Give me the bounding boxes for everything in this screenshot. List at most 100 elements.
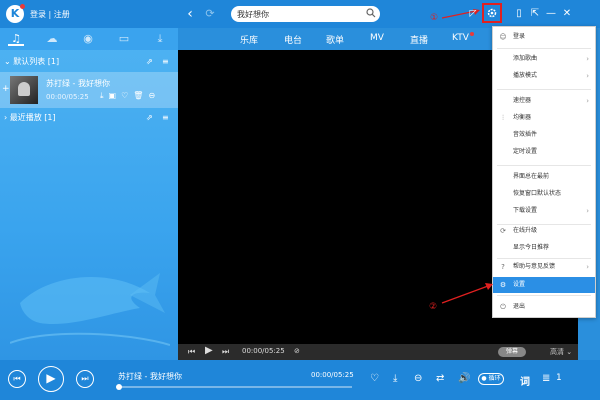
video-time: 00:00/05:25 — [242, 347, 285, 355]
menu-item-speed-control[interactable]: 速控器 › — [493, 93, 595, 109]
delete-icon[interactable]: 🗑 — [133, 91, 148, 100]
annotation-2: ② — [429, 302, 438, 312]
help-icon: ? — [501, 263, 505, 271]
player-bar: ⏮ ▶ ⏭ 苏打绿 - 我好想你 00:00/05:25 ♡ ⤓ ⊖ ⇄ 🔊 ●… — [0, 360, 600, 400]
menu-item-help[interactable]: ? 帮助与意见反馈 › — [493, 259, 595, 275]
skin-button[interactable]: ◸ — [466, 7, 480, 21]
tab-library[interactable]: 乐库 — [240, 33, 258, 46]
restore-button[interactable]: ⇱ — [528, 7, 542, 21]
device-tab-icon[interactable]: ▭ — [116, 32, 132, 46]
chevron-right-icon: › — [4, 113, 8, 122]
chevron-right-icon: › — [586, 72, 589, 80]
more-icon[interactable]: ≡ — [162, 54, 169, 70]
chevron-right-icon: › — [586, 97, 589, 105]
radio-tab-icon[interactable]: ◉ — [80, 32, 96, 46]
danmu-toggle[interactable]: 弹幕 — [498, 347, 526, 357]
menu-item-timer[interactable]: 定时设置 — [493, 144, 595, 160]
mini-mode-button[interactable]: ▯ — [512, 7, 526, 21]
now-playing-title: 苏打绿 - 我好想你 — [118, 372, 182, 381]
settings-button[interactable] — [482, 3, 502, 23]
minimize-button[interactable]: — — [544, 7, 558, 21]
share-icon[interactable]: ⇗ — [146, 110, 153, 126]
cloud-tab-icon[interactable]: ☁ — [44, 32, 60, 46]
music-tab-icon[interactable]: ♫ — [8, 32, 24, 46]
now-playing-time: 00:00/05:25 — [311, 371, 354, 379]
playlist-icon[interactable]: ≣ — [542, 373, 550, 384]
menu-item-download-settings[interactable]: 下载设置 › — [493, 203, 595, 219]
video-play-icon[interactable]: ▶ — [205, 345, 213, 356]
left-panel: ♫ ☁ ◉ ▭ ⤓ ⌄ 默认列表 [1] ⇗ ≡ + 苏打绿 - 我好想你 00… — [0, 28, 178, 360]
next-button[interactable]: ⏭ — [76, 370, 94, 388]
tab-radio[interactable]: 电台 — [284, 33, 302, 46]
refresh-button[interactable]: ⟳ — [202, 6, 218, 22]
more-circle-icon[interactable]: ⊖ — [148, 91, 160, 100]
video-prev-icon[interactable]: ⏮ — [188, 347, 195, 357]
close-button[interactable]: ✕ — [560, 7, 574, 21]
heart-icon[interactable]: ♡ — [370, 373, 379, 384]
tab-mv[interactable]: MV — [370, 33, 384, 43]
download-icon[interactable]: ⤓ — [100, 91, 109, 100]
notification-dot — [20, 4, 25, 9]
menu-item-effects[interactable]: 音效插件 — [493, 127, 595, 143]
menu-item-daily-recommend[interactable]: 显示今日推荐 — [493, 240, 595, 256]
power-icon: ⏻ — [500, 303, 506, 311]
back-button[interactable]: ‹ — [182, 6, 198, 22]
repeat-icon[interactable]: ⇄ — [436, 373, 444, 384]
share-icon[interactable]: ⇗ — [146, 54, 153, 70]
search-box[interactable]: 我好想你 — [231, 6, 380, 22]
settings-menu: ☺ 登录 添加歌曲 › 播放模式 › 速控器 › ⫶ 均衡器 音效插件 定时设置… — [492, 26, 596, 318]
song-list-item[interactable]: + 苏打绿 - 我好想你 00:00/05:25 ⤓▣♡🗑⊖ — [0, 72, 178, 108]
heart-icon[interactable]: ♡ — [121, 91, 133, 100]
menu-item-upgrade[interactable]: ⟳ 在线升级 — [493, 223, 595, 239]
more-circle-icon[interactable]: ⊖ — [414, 373, 422, 384]
progress-handle[interactable] — [116, 384, 122, 390]
ktv-badge — [470, 32, 474, 36]
menu-item-always-on-top[interactable]: 界面总在最前 — [493, 169, 595, 185]
menu-item-equalizer[interactable]: ⫶ 均衡器 — [493, 110, 595, 126]
menu-item-login[interactable]: ☺ 登录 — [493, 29, 595, 45]
chevron-right-icon: › — [586, 55, 589, 63]
chevron-right-icon: › — [586, 207, 589, 215]
chevron-down-icon: ⌄ — [4, 57, 11, 66]
menu-item-add-songs[interactable]: 添加歌曲 › — [493, 51, 595, 67]
menu-item-exit[interactable]: ⏻ 退出 — [493, 299, 595, 315]
song-actions: ⤓▣♡🗑⊖ — [100, 91, 160, 101]
user-icon: ☺ — [499, 33, 507, 41]
upgrade-icon: ⟳ — [500, 227, 506, 235]
tab-ktv[interactable]: KTV — [452, 33, 469, 43]
progress-bar[interactable] — [116, 384, 352, 390]
menu-item-restore-window[interactable]: 恢复窗口默认状态 — [493, 186, 595, 202]
login-link[interactable]: 登录 | 注册 — [30, 9, 70, 20]
annotation-1: ① — [430, 13, 439, 23]
volume-icon[interactable]: 🔊 — [458, 373, 470, 384]
menu-item-play-mode[interactable]: 播放模式 › — [493, 68, 595, 84]
chevron-right-icon: › — [586, 263, 589, 271]
tab-playlist[interactable]: 歌单 — [326, 33, 344, 46]
video-controls: ⏮ ▶ ⏭ 00:00/05:25 ⊘ 弹幕 高清 ⌄ — [178, 344, 578, 360]
download-icon[interactable]: ⤓ — [393, 373, 397, 384]
gear-icon — [487, 8, 497, 18]
album-cover — [10, 76, 38, 104]
lyrics-button[interactable]: 词 — [520, 373, 530, 388]
play-button[interactable]: ▶ — [38, 366, 64, 392]
search-input[interactable]: 我好想你 — [237, 9, 269, 20]
add-icon[interactable]: + — [2, 84, 10, 94]
more-icon[interactable]: ≡ — [162, 110, 169, 126]
mv-icon[interactable]: ▣ — [109, 91, 122, 100]
prev-button[interactable]: ⏮ — [8, 370, 26, 388]
search-icon[interactable] — [366, 8, 376, 18]
annotation-arrow-2 — [441, 283, 493, 304]
default-list-row[interactable]: ⌄ 默认列表 [1] ⇗ ≡ — [0, 54, 178, 70]
video-volume-icon[interactable]: ⊘ — [294, 347, 300, 355]
quality-select[interactable]: 高清 ⌄ — [550, 347, 572, 357]
default-list-label: 默认列表 [1] — [13, 57, 60, 66]
menu-item-settings[interactable]: ⚙ 设置 — [493, 277, 595, 293]
equalizer-icon: ⫶ — [502, 114, 504, 122]
main-tabs: 乐库 电台 歌单 MV 直播 KTV — [178, 28, 490, 50]
loop-mode-button[interactable]: ● 循环 — [478, 373, 504, 385]
tab-live[interactable]: 直播 — [410, 33, 428, 46]
video-next-icon[interactable]: ⏭ — [222, 347, 229, 357]
recent-play-row[interactable]: › 最近播放 [1] ⇗ ≡ — [0, 110, 178, 126]
download-tab-icon[interactable]: ⤓ — [152, 32, 168, 46]
song-time: 00:00/05:25 — [46, 93, 89, 101]
